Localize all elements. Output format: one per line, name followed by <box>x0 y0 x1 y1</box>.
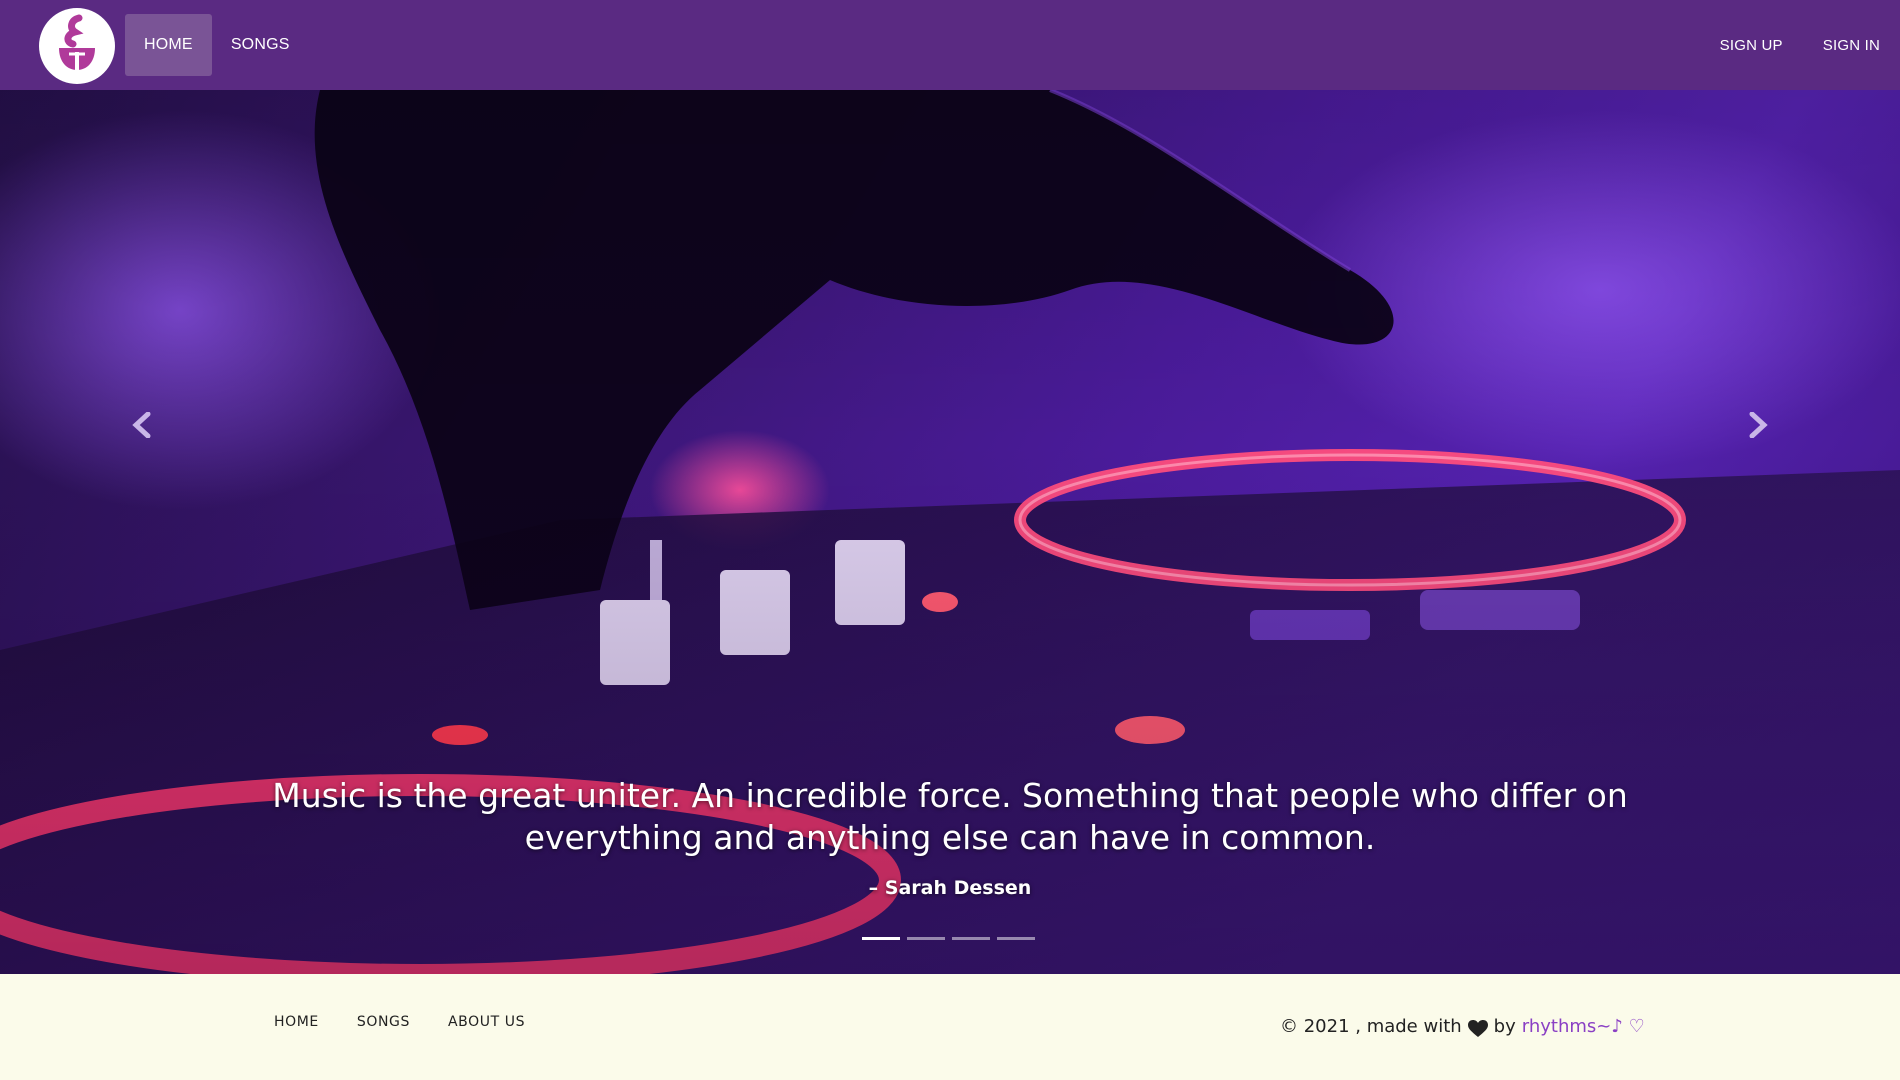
brand-link[interactable]: rhythms~♪ ♡ <box>1522 1016 1645 1037</box>
quote-author: – Sarah Dessen <box>868 877 1032 899</box>
carousel-indicators <box>862 937 1035 940</box>
quote-text: Music is the great uniter. An incredible… <box>272 776 1628 857</box>
by-text: by <box>1493 1015 1516 1037</box>
carousel-prev-button[interactable] <box>112 395 172 455</box>
chevron-right-icon <box>1749 412 1768 438</box>
carousel-caption: Music is the great uniter. An incredible… <box>250 775 1650 899</box>
carousel-indicator-4[interactable] <box>997 937 1035 940</box>
top-navbar: HOME SONGS SIGN UP SIGN IN <box>0 0 1900 90</box>
carousel-indicator-1[interactable] <box>862 937 900 940</box>
sign-in-link[interactable]: SIGN IN <box>1823 14 1880 76</box>
footer-link-about-us[interactable]: ABOUT US <box>448 1014 525 1030</box>
chevron-left-icon <box>132 412 151 438</box>
heart-icon <box>1467 1020 1488 1037</box>
footer-link-songs[interactable]: SONGS <box>357 1014 410 1030</box>
copyright-notice: © 2021 , made with by rhythms~♪ ♡ <box>1280 1014 1645 1038</box>
footer-link-home[interactable]: HOME <box>274 1014 319 1030</box>
nav-home[interactable]: HOME <box>125 14 212 76</box>
carousel-indicator-3[interactable] <box>952 937 990 940</box>
carousel-next-button[interactable] <box>1728 395 1788 455</box>
footer-nav: HOME SONGS ABOUT US <box>274 1014 525 1030</box>
auth-nav: SIGN UP SIGN IN <box>1720 14 1880 76</box>
sign-up-link[interactable]: SIGN UP <box>1720 14 1783 76</box>
logo[interactable] <box>39 8 115 84</box>
hero-carousel: Music is the great uniter. An incredible… <box>0 90 1900 974</box>
nav-songs[interactable]: SONGS <box>212 14 309 76</box>
primary-nav: HOME SONGS <box>125 14 309 76</box>
music-note-logo-icon <box>59 14 95 72</box>
footer: HOME SONGS ABOUT US © 2021 , made with b… <box>0 974 1900 1080</box>
carousel-indicator-2[interactable] <box>907 937 945 940</box>
copyright-text: © 2021 , made with <box>1280 1015 1462 1037</box>
